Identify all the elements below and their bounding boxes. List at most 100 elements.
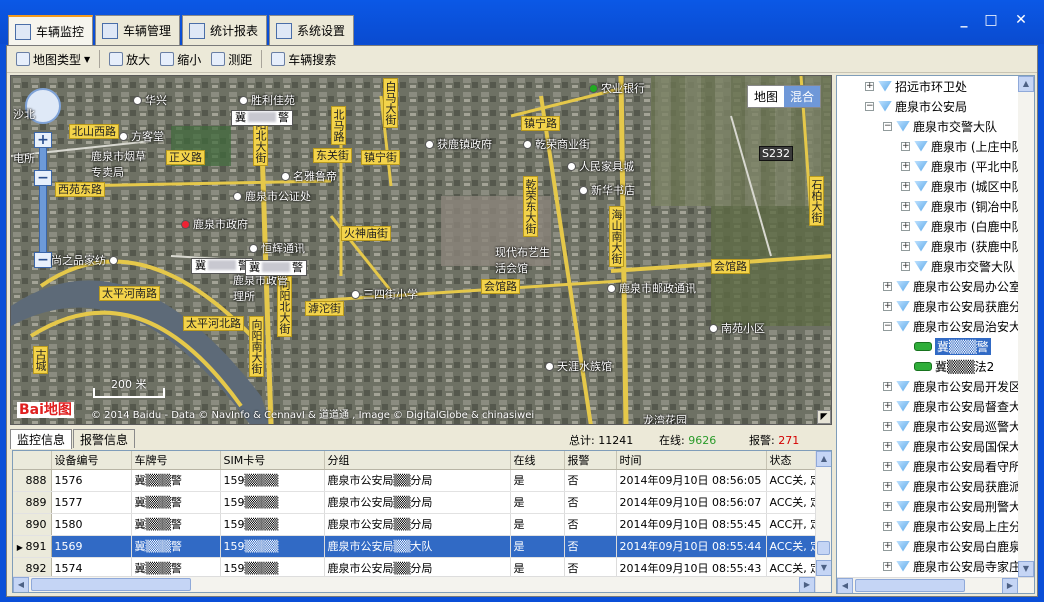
tree-vehicle-node[interactable]: 冀▒▒▒警 (901, 336, 991, 356)
vehicle-search-button[interactable]: 车辆搜索 (268, 49, 339, 69)
tab-monitor-info[interactable]: 监控信息 (10, 429, 73, 449)
tree-group-node[interactable]: + 鹿泉市 (上庄中队 (901, 136, 1024, 156)
map-type-hybrid-button[interactable]: 混合 (783, 86, 820, 107)
expand-icon[interactable]: + (901, 221, 910, 231)
scroll-right-icon[interactable]: ▶ (1002, 578, 1018, 593)
tree-group-node[interactable]: + 招远市环卫处 (865, 76, 967, 96)
tree-group-node[interactable]: + 鹿泉市交警大队 (901, 256, 1015, 276)
scroll-thumb[interactable] (817, 541, 830, 555)
expand-icon[interactable]: + (883, 561, 892, 571)
tab-vehicle-monitor[interactable]: 车辆监控 (8, 15, 94, 46)
scroll-down-icon[interactable]: ▼ (1018, 561, 1034, 577)
tree-vehicle-node[interactable]: 冀▒▒▒法2 (901, 356, 994, 376)
minimize-button[interactable]: _ (953, 10, 975, 30)
tree-vertical-scrollbar[interactable]: ▲ ▼ (1018, 76, 1034, 577)
tree-group-node[interactable]: − 鹿泉市公安局治安大队 (883, 316, 1033, 336)
expand-icon[interactable]: + (883, 501, 892, 511)
scroll-left-icon[interactable]: ◀ (837, 578, 853, 593)
expand-icon[interactable]: + (883, 461, 892, 471)
tree-group-node[interactable]: + 鹿泉市 (城区中队 (901, 176, 1024, 196)
column-header[interactable]: SIM卡号 (220, 451, 325, 470)
expand-icon[interactable]: + (901, 201, 910, 211)
expand-icon[interactable]: + (865, 81, 874, 91)
measure-button[interactable]: 测距 (208, 49, 255, 69)
tree-group-node[interactable]: + 鹿泉市公安局刑警大队 (883, 496, 1033, 516)
tree-group-node[interactable]: − 鹿泉市交警大队 (883, 116, 997, 136)
expand-icon[interactable]: + (883, 381, 892, 391)
zoom-slider[interactable] (39, 134, 47, 264)
tree-group-node[interactable]: + 鹿泉市公安局白鹿泉派出所 (883, 536, 1034, 556)
expand-icon[interactable]: + (901, 161, 910, 171)
tree-group-node[interactable]: + 鹿泉市 (铜冶中队 (901, 196, 1024, 216)
expand-icon[interactable]: + (901, 141, 910, 151)
tree-horizontal-scrollbar[interactable]: ◀ ▶ (837, 577, 1034, 593)
tree-group-node[interactable]: + 鹿泉市公安局看守所 (883, 456, 1021, 476)
expand-icon[interactable]: + (883, 521, 892, 531)
expand-icon[interactable]: + (883, 281, 892, 291)
satellite-map[interactable]: + − − 地图 混合 北山西路 西苑东路 正义路 向阳北大街 阳北大街 北马路… (10, 75, 832, 425)
expand-icon[interactable]: + (901, 241, 910, 251)
map-zoom-level-handle[interactable]: − (34, 170, 52, 186)
scroll-right-icon[interactable]: ▶ (799, 577, 815, 592)
scroll-left-icon[interactable]: ◀ (13, 577, 29, 592)
zoom-in-button[interactable]: 放大 (106, 49, 153, 69)
vehicle-marker[interactable]: 冀警 (245, 260, 307, 276)
expand-icon[interactable]: + (883, 481, 892, 491)
tab-vehicle-management[interactable]: 车辆管理 (95, 15, 181, 45)
expand-icon[interactable]: + (883, 441, 892, 451)
collapse-icon[interactable]: − (883, 321, 892, 331)
column-header[interactable]: 在线 (510, 451, 565, 470)
tree-group-node[interactable]: + 鹿泉市公安局开发区分局 (883, 376, 1034, 396)
table-row[interactable]: ▶ 891 1569 冀▒▒▒警 159▒▒▒▒ 鹿泉市公安局▒▒大队是否 2014年09… (13, 535, 823, 558)
scroll-down-icon[interactable]: ▼ (816, 560, 831, 576)
column-header[interactable]: 时间 (616, 451, 767, 470)
map-overview-toggle[interactable]: ◤ (817, 410, 831, 424)
tab-system-settings[interactable]: 系统设置 (269, 15, 355, 45)
grid-horizontal-scrollbar[interactable]: ◀ ▶ (13, 576, 815, 592)
organization-tree[interactable]: + 招远市环卫处 − 鹿泉市公安局 − 鹿泉市交警大队 + 鹿泉市 (上庄中队 + 鹿泉市 (平北… (836, 75, 1035, 594)
tree-group-node[interactable]: + 鹿泉市公安局寺家庄派出所 (883, 556, 1034, 576)
tree-group-node[interactable]: + 鹿泉市公安局国保大队 (883, 436, 1033, 456)
expand-icon[interactable]: + (883, 421, 892, 431)
expand-icon[interactable]: + (883, 401, 892, 411)
zoom-out-button[interactable]: 缩小 (157, 49, 204, 69)
scroll-thumb[interactable] (855, 579, 965, 592)
tree-group-node[interactable]: + 鹿泉市公安局获鹿分局 (883, 296, 1033, 316)
map-zoom-out-button[interactable]: − (34, 252, 52, 268)
vehicle-data-grid[interactable]: 设备编号 车牌号 SIM卡号 分组 在线 报警 时间 状态 888 1576 冀▒▒… (12, 450, 832, 593)
expand-icon[interactable]: + (883, 541, 892, 551)
column-header[interactable]: 分组 (324, 451, 511, 470)
tree-group-node[interactable]: + 鹿泉市公安局上庄分局 (883, 516, 1033, 536)
tree-group-node[interactable]: + 鹿泉市公安局获鹿派出所 (883, 476, 1034, 496)
tree-group-node[interactable]: + 鹿泉市 (平北中队 (901, 156, 1024, 176)
table-row[interactable]: 889 1577 冀▒▒▒警 159▒▒▒▒ 鹿泉市公安局▒▒分局是否 2014年09月1… (13, 491, 823, 514)
column-header[interactable]: 状态 (766, 451, 823, 470)
close-button[interactable]: ✕ (1010, 10, 1032, 30)
tab-statistics-report[interactable]: 统计报表 (182, 15, 268, 45)
table-row[interactable]: 890 1580 冀▒▒▒警 159▒▒▒▒ 鹿泉市公安局▒▒分局是否 2014年09月1… (13, 513, 823, 536)
tab-alarm-info[interactable]: 报警信息 (73, 429, 136, 448)
column-header[interactable]: 车牌号 (131, 451, 221, 470)
table-row[interactable]: 888 1576 冀▒▒▒警 159▒▒▒▒ 鹿泉市公安局▒▒分局是否 2014年09月1… (13, 469, 823, 492)
scroll-up-icon[interactable]: ▲ (816, 451, 831, 467)
column-header[interactable]: 报警 (564, 451, 617, 470)
tree-group-node[interactable]: + 鹿泉市公安局办公室 (883, 276, 1021, 296)
expand-icon[interactable]: + (901, 261, 910, 271)
maximize-button[interactable]: □ (980, 10, 1002, 30)
grid-vertical-scrollbar[interactable]: ▲ ▼ (815, 451, 831, 592)
tree-group-node[interactable]: + 鹿泉市 (白鹿中队 (901, 216, 1024, 236)
scroll-up-icon[interactable]: ▲ (1018, 76, 1034, 92)
map-type-map-button[interactable]: 地图 (747, 86, 784, 107)
vehicle-marker[interactable]: 冀警 (231, 110, 293, 126)
collapse-icon[interactable]: − (883, 121, 892, 131)
vehicle-marker[interactable]: 冀警 (191, 258, 253, 274)
tree-group-node[interactable]: + 鹿泉市 (获鹿中队 (901, 236, 1024, 256)
scroll-thumb[interactable] (31, 578, 191, 591)
tree-group-node[interactable]: + 鹿泉市公安局督查大队 (883, 396, 1033, 416)
tree-group-node[interactable]: + 鹿泉市公安局巡警大队 (883, 416, 1033, 436)
map-type-dropdown[interactable]: 地图类型 ▼ (13, 49, 93, 69)
column-header[interactable]: 设备编号 (51, 451, 132, 470)
expand-icon[interactable]: + (883, 301, 892, 311)
collapse-icon[interactable]: − (865, 101, 874, 111)
map-zoom-in-button[interactable]: + (34, 132, 52, 148)
